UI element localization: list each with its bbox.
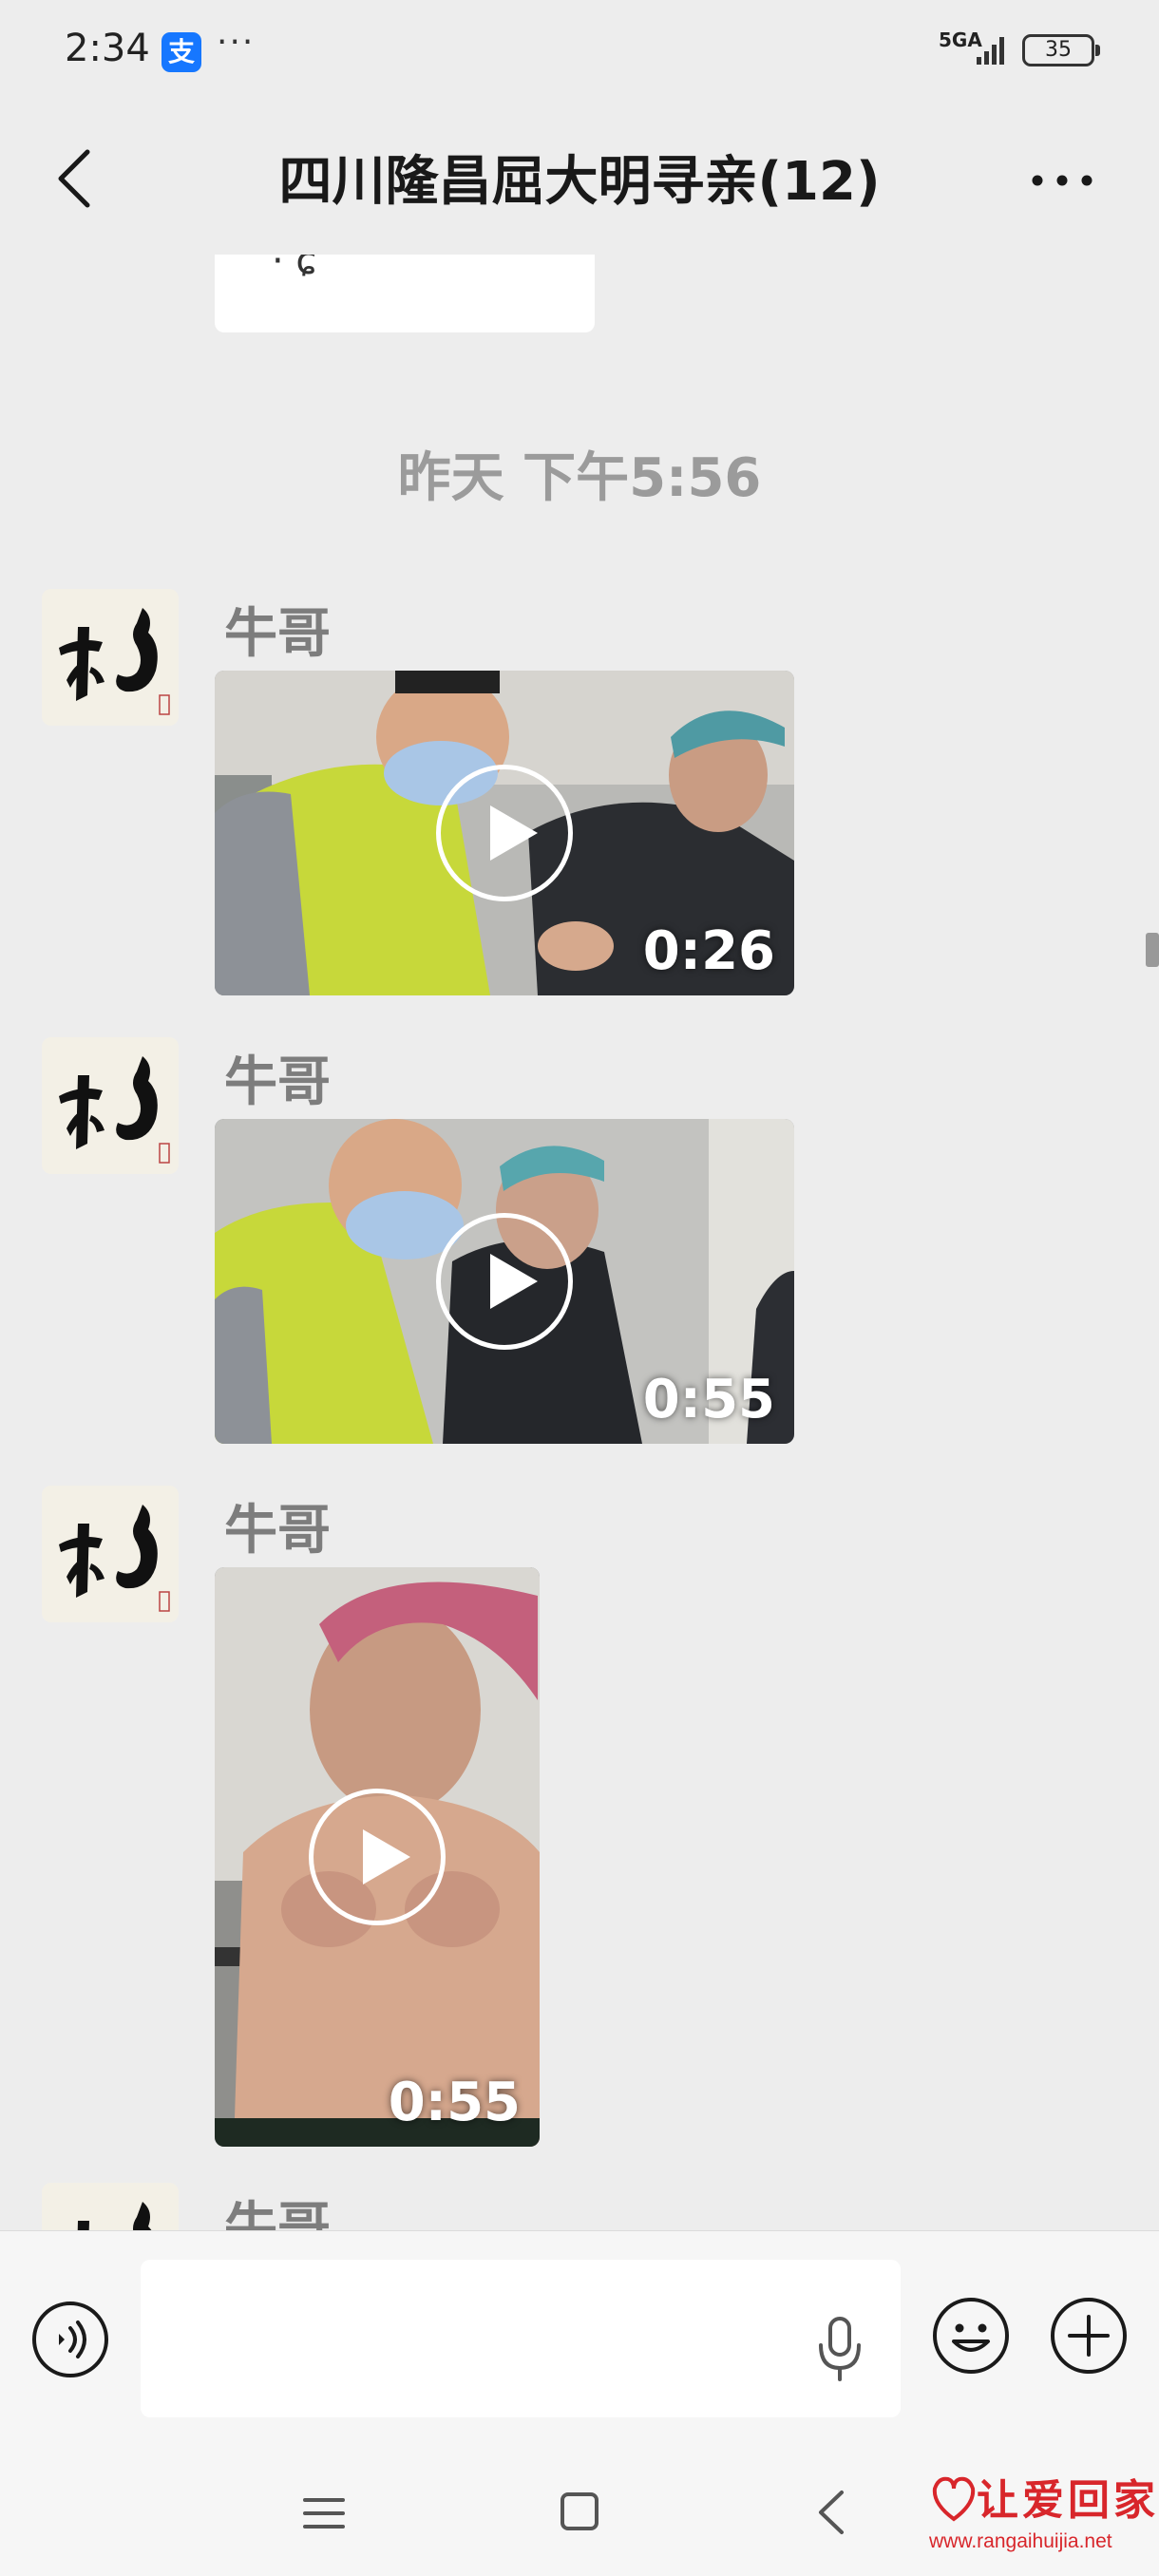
back-icon[interactable] [813,2489,847,2536]
menu-icon[interactable] [302,2494,346,2532]
message-input[interactable] [141,2260,901,2417]
chat-message-list[interactable]: · ɕ 昨天 下午5:56 牛哥 0:26 牛哥 0:55 牛哥 0:55 牛哥 [0,255,1159,2230]
watermark: 让爱回家 www.rangaihuijia.net [920,2466,1159,2570]
video-duration: 0:26 [642,920,775,982]
play-icon[interactable] [309,1789,446,1925]
video-message[interactable]: 0:26 [215,671,794,995]
partial-text: · ɕ [272,255,317,283]
chat-title: 四川隆昌屈大明寻亲(12) [278,151,881,213]
video-message[interactable]: 0:55 [215,1567,540,2147]
avatar[interactable] [42,1486,179,1622]
voice-icon[interactable] [30,2300,110,2379]
chat-input-bar [0,2230,1159,2449]
video-message[interactable]: 0:55 [215,1119,794,1444]
watermark-logo: 让爱回家 [977,2476,1159,2525]
microphone-icon[interactable] [815,2315,864,2383]
plus-icon[interactable] [1049,2296,1129,2376]
video-duration: 0:55 [642,1369,775,1430]
sender-name: 牛哥 [224,603,331,665]
avatar[interactable] [42,1037,179,1174]
calligraphy-avatar-icon [42,1486,179,1622]
signal-strength-icon [977,37,1004,65]
sender-name: 牛哥 [224,2197,331,2230]
sender-name: 牛哥 [224,1500,331,1562]
home-icon[interactable] [559,2491,600,2532]
partial-message-bubble[interactable]: · ɕ [215,255,595,332]
scrollbar-handle[interactable] [1146,933,1159,967]
sender-name: 牛哥 [224,1051,331,1113]
emoji-icon[interactable] [931,2296,1011,2376]
battery-icon: 35 [1022,34,1100,66]
video-duration: 0:55 [388,2072,521,2133]
more-notifications-icon: ··· [217,23,256,62]
back-button[interactable] [48,141,104,217]
status-time: 2:34 [65,27,150,70]
calligraphy-avatar-icon [42,589,179,726]
status-bar: 2:34 支 ··· 5GA 35 [0,0,1159,104]
chat-header: 四川隆昌屈大明寻亲(12) [0,104,1159,255]
more-options-button[interactable] [1024,152,1100,209]
battery-level: 35 [1045,38,1072,62]
calligraphy-avatar-icon [42,1037,179,1174]
message-timestamp: 昨天 下午5:56 [397,447,762,509]
avatar[interactable] [42,589,179,726]
watermark-url: www.rangaihuijia.net [929,2530,1112,2552]
calligraphy-avatar-icon [42,2183,179,2230]
alipay-notification-icon: 支 [162,32,201,72]
avatar[interactable] [42,2183,179,2230]
play-icon[interactable] [436,765,573,901]
play-icon[interactable] [436,1213,573,1350]
heart-logo-icon [932,2476,976,2522]
